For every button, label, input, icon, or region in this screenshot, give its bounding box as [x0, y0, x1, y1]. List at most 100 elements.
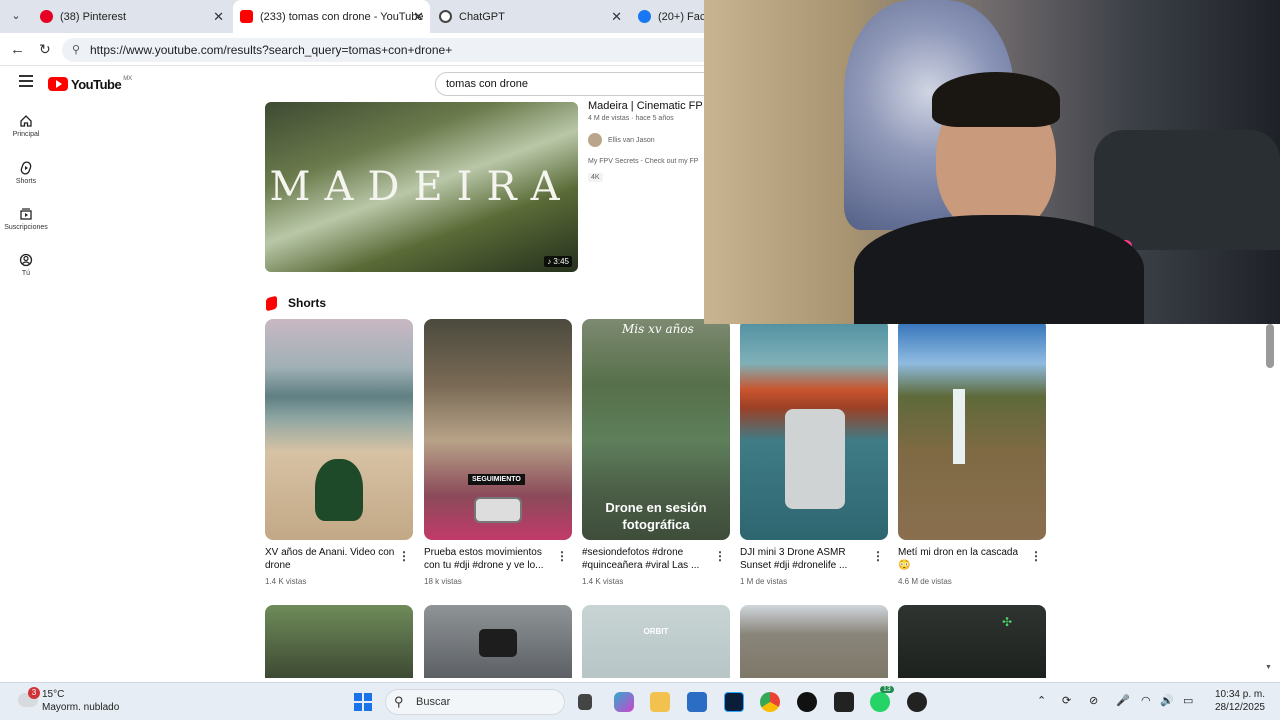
guide-label: Tú: [21, 270, 31, 277]
address-bar[interactable]: ⚲ https://www.youtube.com/results?search…: [62, 38, 762, 62]
tab-youtube[interactable]: (233) tomas con drone - YouTube ✕: [233, 0, 430, 33]
store-icon[interactable]: [687, 692, 707, 712]
tab-close-icon[interactable]: ✕: [213, 9, 224, 25]
youtube-logo[interactable]: YouTube MX: [48, 76, 132, 92]
short-views: 1.4 K vistas: [265, 577, 307, 586]
guide-item-home[interactable]: Principal: [0, 114, 52, 138]
mute-icon[interactable]: ⊘: [1089, 694, 1098, 707]
start-button[interactable]: [353, 692, 373, 712]
more-options-icon[interactable]: ⋮: [556, 549, 568, 563]
photoshop-icon[interactable]: [724, 692, 744, 712]
task-view-icon[interactable]: [578, 694, 592, 710]
scroll-down-arrow-icon[interactable]: ▼: [1265, 664, 1272, 671]
tiktok-icon[interactable]: [797, 692, 817, 712]
guide-label: Principal: [12, 131, 40, 138]
taskbar-search[interactable]: ⚲ Buscar: [385, 689, 565, 715]
channel-name[interactable]: Ellis van Jason: [608, 137, 655, 144]
quality-badge: 4K: [588, 173, 603, 182]
copilot-icon[interactable]: [614, 692, 634, 712]
more-options-icon[interactable]: ⋮: [1030, 549, 1042, 563]
network-sync-icon[interactable]: ⟳: [1062, 694, 1071, 707]
guide-label: Suscripciones: [4, 224, 48, 231]
short-thumbnail[interactable]: ORBIT: [582, 605, 730, 678]
pinterest-icon: [40, 10, 53, 23]
shorts-heading: Shorts: [288, 296, 327, 310]
short-thumbnail[interactable]: [265, 319, 413, 540]
short-thumbnail[interactable]: SEGUIMIENTO: [424, 319, 572, 540]
wifi-icon[interactable]: ◠: [1141, 694, 1151, 707]
short-overlay-caption: Drone en sesión fotográfica: [605, 500, 707, 532]
thumbnail-text: MADEIRA: [269, 164, 574, 210]
video-title[interactable]: Madeira | Cinematic FP: [588, 100, 704, 112]
drone-logo-icon: ✣: [1002, 615, 1013, 629]
tab-title: ChatGPT: [459, 10, 505, 23]
more-options-icon[interactable]: ⋮: [872, 549, 884, 563]
short-thumbnail[interactable]: ✣: [898, 605, 1046, 678]
weather-widget[interactable]: 3 15°C Mayorm. nublado: [14, 687, 144, 717]
search-input[interactable]: tomas con drone: [435, 72, 735, 96]
menu-icon[interactable]: [19, 75, 33, 87]
site-info-icon[interactable]: ⚲: [72, 38, 80, 62]
channel-avatar[interactable]: [588, 133, 602, 147]
capcut-icon[interactable]: [834, 692, 854, 712]
short-views: 18 k vistas: [424, 577, 462, 586]
tab-close-icon[interactable]: ✕: [413, 9, 424, 25]
short-views: 4.6 M de vistas: [898, 577, 952, 586]
app-icon[interactable]: [907, 692, 927, 712]
battery-icon[interactable]: ▭: [1183, 694, 1193, 707]
windows-icon: [354, 693, 372, 711]
short-views: 1.4 K vistas: [582, 577, 624, 586]
sofa: [1094, 130, 1280, 250]
you-icon: [19, 253, 33, 267]
tab-close-icon[interactable]: ✕: [611, 9, 622, 25]
drone-icon: [785, 409, 845, 509]
drone-controller-icon: [479, 629, 517, 657]
short-title[interactable]: XV años de Anani. Video con drone: [265, 546, 400, 572]
drone-controller-icon: [474, 497, 522, 523]
more-options-icon[interactable]: ⋮: [398, 549, 410, 563]
short-title[interactable]: Metí mi dron en la cascada 😳: [898, 546, 1033, 572]
short-title[interactable]: #sesiondefotos #drone #quinceañera #vira…: [582, 546, 717, 572]
short-thumbnail[interactable]: [740, 319, 888, 540]
short-thumbnail[interactable]: [740, 605, 888, 678]
clock[interactable]: 10:34 p. m. 28/12/2025: [1205, 688, 1265, 714]
tab-title: (20+) Face: [658, 10, 704, 23]
shorts-logo-icon: [266, 295, 277, 312]
chrome-icon[interactable]: [760, 692, 780, 712]
more-options-icon[interactable]: ⋮: [714, 549, 726, 563]
subscriptions-icon: [20, 208, 32, 220]
short-thumbnail[interactable]: [424, 605, 572, 678]
short-title[interactable]: DJI mini 3 Drone ASMR Sunset #dji #drone…: [740, 546, 875, 572]
webcam-overlay: [704, 0, 1280, 324]
region-code: MX: [123, 76, 133, 82]
url-text: https://www.youtube.com/results?search_q…: [90, 43, 453, 57]
guide-item-you[interactable]: Tú: [0, 253, 52, 277]
short-thumbnail[interactable]: [265, 605, 413, 678]
tab-pinterest[interactable]: (38) Pinterest ✕: [34, 0, 230, 33]
short-thumbnail[interactable]: [898, 319, 1046, 540]
video-thumbnail[interactable]: MADEIRA ♪ 3:45: [265, 102, 578, 272]
show-hidden-icons-icon[interactable]: ⌃: [1037, 694, 1046, 707]
search-query: tomas con drone: [446, 78, 528, 90]
windows-taskbar: 3 15°C Mayorm. nublado ⚲ Buscar 13 ⌃ ⟳ ⊘…: [0, 682, 1280, 720]
weather-temp: 15°C: [42, 689, 65, 700]
tab-chatgpt[interactable]: ChatGPT ✕: [432, 0, 628, 33]
short-thumbnail[interactable]: Mis xv años Drone en sesión fotográfica: [582, 319, 730, 540]
reload-icon[interactable]: ↻: [39, 41, 51, 58]
tab-facebook[interactable]: (20+) Face: [632, 0, 704, 33]
video-duration: ♪ 3:45: [544, 256, 572, 267]
guide-item-shorts[interactable]: Shorts: [0, 161, 52, 185]
search-icon: ⚲: [394, 694, 404, 709]
guide-item-subscriptions[interactable]: Suscripciones: [0, 207, 52, 231]
back-arrow-icon[interactable]: ←: [10, 41, 25, 58]
shorts-icon: [20, 161, 32, 175]
file-explorer-icon[interactable]: [650, 692, 670, 712]
tab-list-chevron-icon[interactable]: ⌄: [8, 9, 24, 25]
volume-icon[interactable]: 🔊: [1160, 694, 1174, 707]
tab-title: (233) tomas con drone - YouTube: [260, 10, 424, 23]
short-title[interactable]: Prueba estos movimientos con tu #dji #dr…: [424, 546, 559, 572]
waterfall-figure: [953, 389, 965, 464]
microphone-icon[interactable]: 🎤: [1116, 694, 1130, 707]
whatsapp-icon[interactable]: 13: [870, 686, 894, 712]
page-scrollbar[interactable]: [1266, 324, 1274, 368]
